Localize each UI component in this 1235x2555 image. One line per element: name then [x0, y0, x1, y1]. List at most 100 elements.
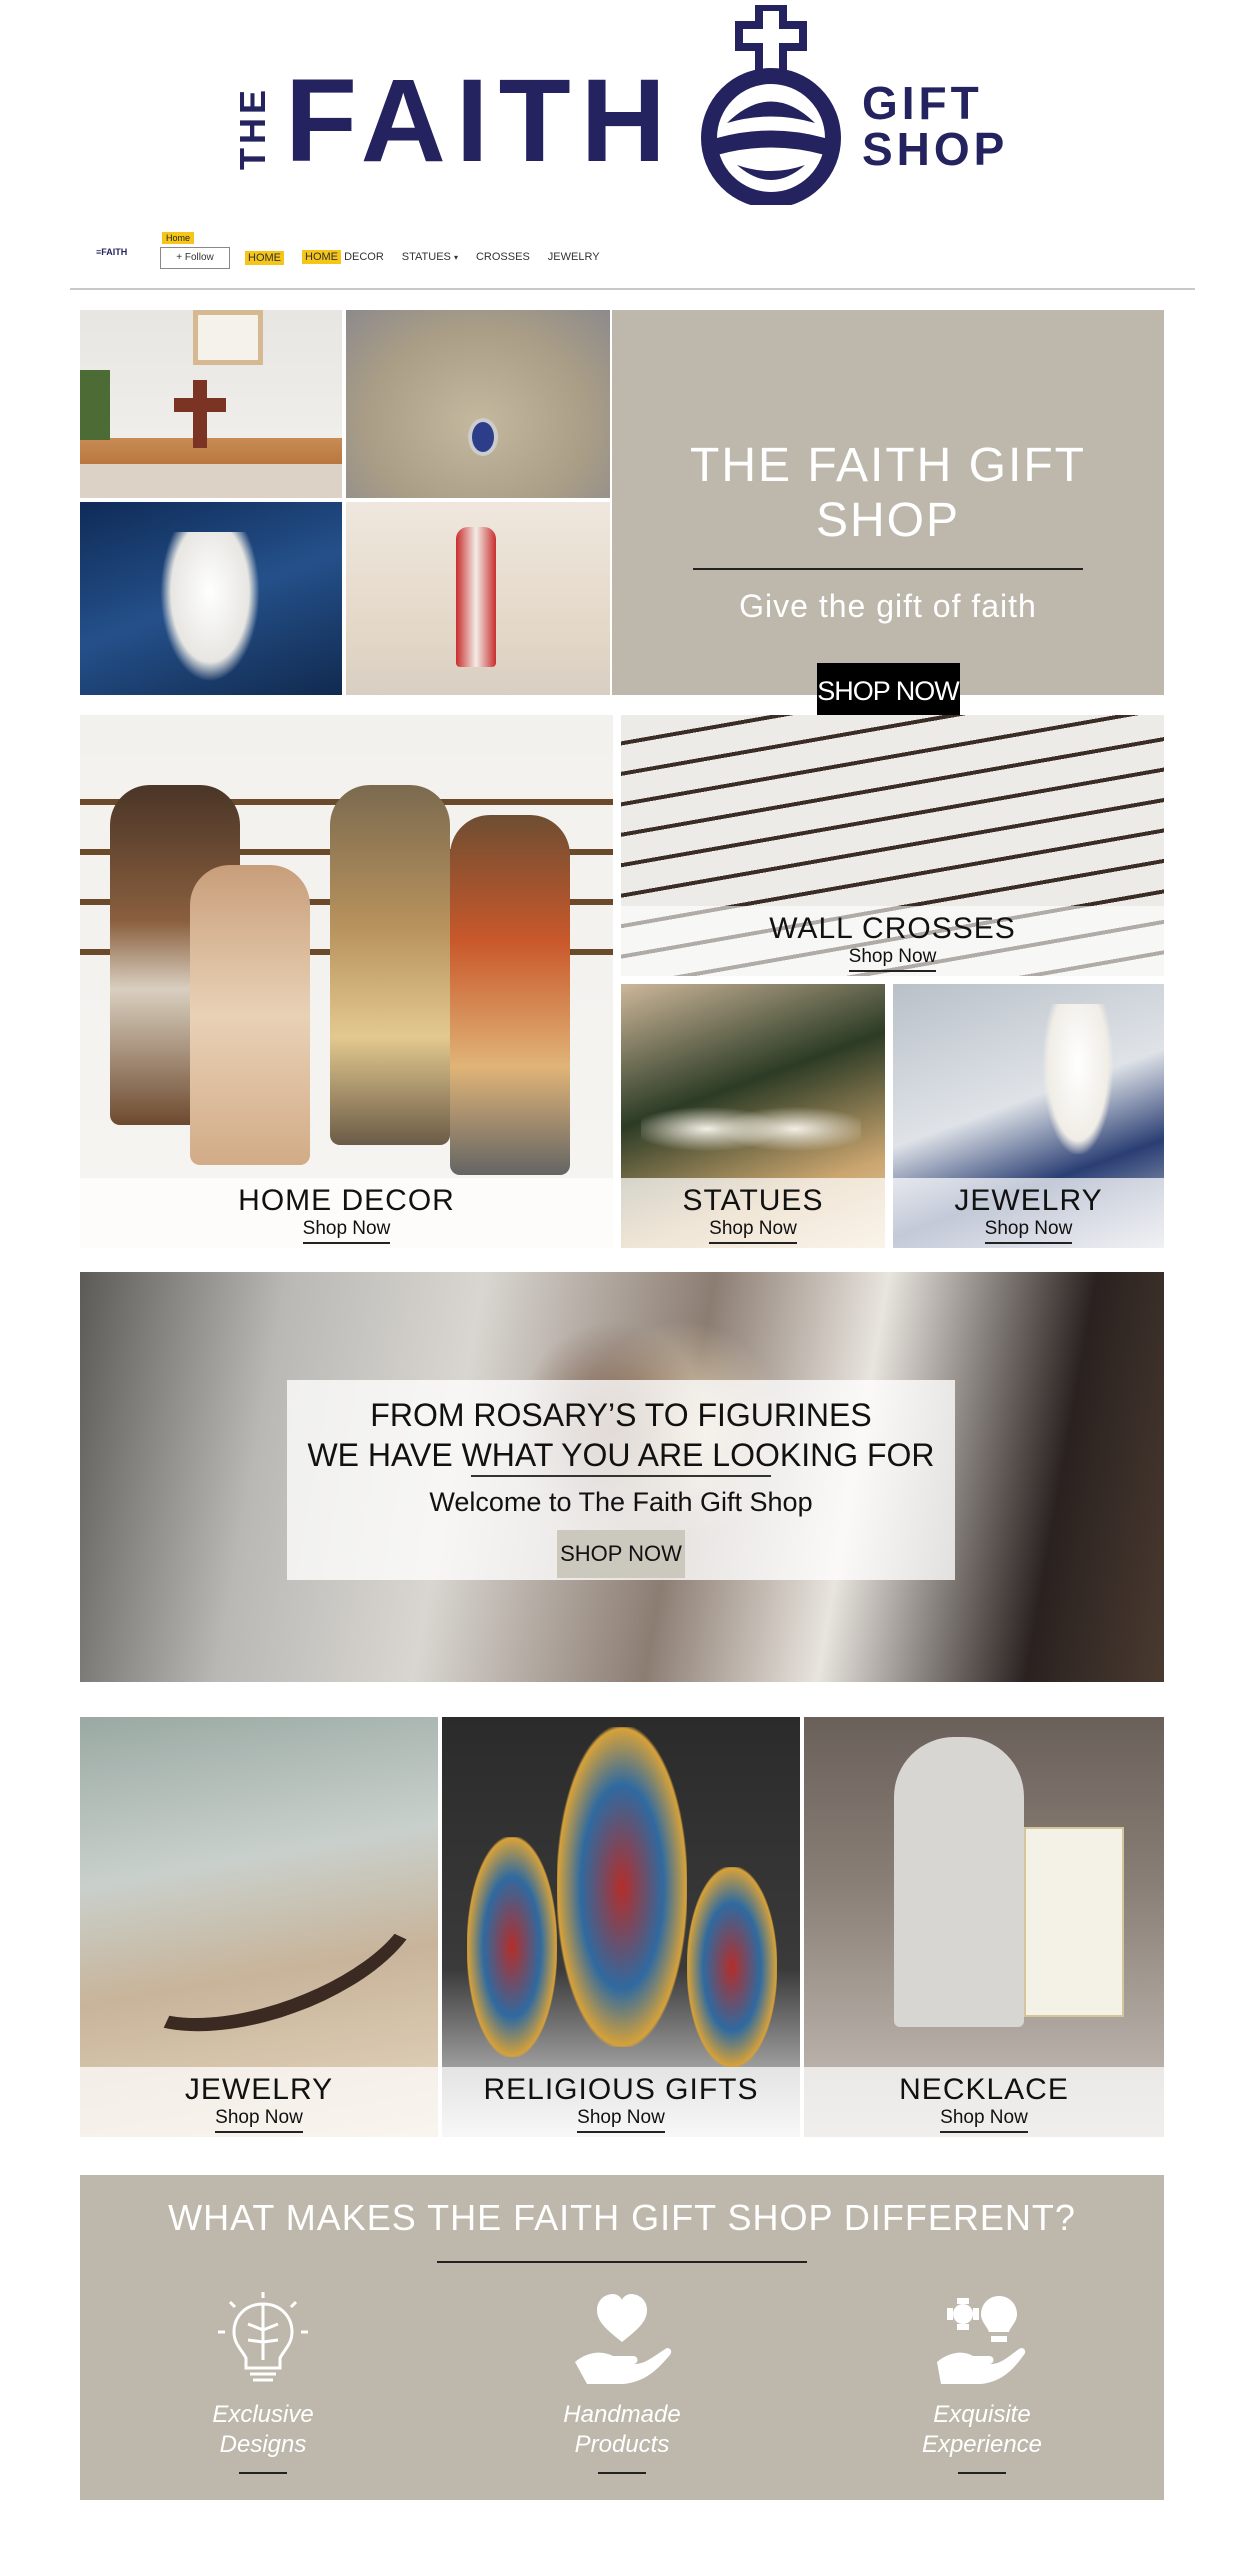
- shop-now-link[interactable]: Shop Now: [984, 1218, 1073, 1244]
- hero-image-necklace[interactable]: [346, 310, 610, 498]
- banner-line-1: FROM ROSARY’S TO FIGURINES: [370, 1397, 872, 1433]
- saint-figure-3: [330, 785, 450, 1145]
- hand-gear-bulb-icon: [937, 2296, 1026, 2384]
- shop-now-link[interactable]: Shop Now: [302, 1218, 391, 1244]
- feature-divider: [958, 2472, 1006, 2474]
- nativity-figures: [641, 1084, 861, 1174]
- caption-title: JEWELRY: [184, 2073, 334, 2106]
- guadalupe-statue-right: [687, 1867, 777, 2067]
- category-home-decor[interactable]: HOME DECOR Shop Now: [80, 715, 613, 1248]
- caption-title: STATUES: [682, 1184, 824, 1217]
- nav-link-jewelry[interactable]: JEWELRY: [548, 251, 600, 265]
- category-wall-crosses[interactable]: WALL CROSSES Shop Now: [621, 715, 1164, 976]
- caption-jewelry: JEWELRY Shop Now: [893, 1178, 1164, 1248]
- nav-link-home[interactable]: HOME: [245, 251, 284, 265]
- brand-logo[interactable]: THE FAITH GIFT SHOP: [0, 0, 1235, 215]
- mini-logo[interactable]: ≡FAITH: [96, 247, 127, 257]
- nav-link-home-decor-highlight: HOME: [302, 250, 341, 264]
- welcome-banner-box: FROM ROSARY’S TO FIGURINES WE HAVE WHAT …: [287, 1380, 955, 1580]
- feature-exquisite-experience: Exquisite Experience: [852, 2290, 1112, 2474]
- hero-title: THE FAITH GIFT SHOP: [690, 439, 1086, 547]
- banner-line-2: WE HAVE WHAT YOU ARE LOOKING FOR: [307, 1437, 935, 1473]
- gift-religious-gifts[interactable]: RELIGIOUS GIFTS Shop Now: [442, 1717, 800, 2137]
- cross-figure: [193, 380, 207, 448]
- communion-figure: [1043, 1004, 1113, 1154]
- feature-handmade-products: Handmade Products: [492, 2290, 752, 2474]
- feature-divider: [598, 2472, 646, 2474]
- caption-title: WALL CROSSES: [769, 912, 1016, 945]
- pendant: [468, 418, 498, 456]
- angel-figure: [160, 532, 260, 682]
- caption-gift-jewelry: JEWELRY Shop Now: [80, 2067, 438, 2137]
- nav-link-home-decor[interactable]: HOME DECOR: [302, 250, 384, 265]
- hero-image-angel-statue[interactable]: [80, 502, 342, 695]
- feature-label-line-1: Exclusive: [212, 2401, 314, 2428]
- plant-pot: [80, 370, 110, 440]
- hand-heart-icon: [575, 2294, 672, 2384]
- orb-cross-icon: [701, 5, 841, 205]
- feature-label-line-2: Experience: [921, 2431, 1043, 2458]
- nav-link-crosses[interactable]: CROSSES: [476, 251, 530, 265]
- saint-figure-2: [190, 865, 310, 1165]
- banner-shop-now-button[interactable]: SHOP NOW: [557, 1530, 685, 1578]
- guadalupe-statue-left: [467, 1837, 557, 2057]
- hero-subtitle: Give the gift of faith: [739, 588, 1037, 624]
- caption-wall-crosses: WALL CROSSES Shop Now: [621, 906, 1164, 976]
- cross-figure-bar: [174, 398, 226, 412]
- caption-home-decor: HOME DECOR Shop Now: [80, 1178, 613, 1248]
- shop-now-link[interactable]: Shop Now: [940, 2107, 1028, 2133]
- logo-shop: SHOP: [862, 123, 1009, 175]
- nav-link-statues-text: STATUES: [401, 251, 451, 263]
- home-tooltip-tag: Home: [162, 232, 195, 244]
- banner-divider: [471, 1475, 771, 1477]
- guadalupe-statue-large: [557, 1727, 687, 2047]
- nav-links: HOME HOME DECOR STATUES ▾ CROSSES JEWELR…: [245, 250, 600, 265]
- logo-gift-shop: GIFT SHOP: [862, 80, 1008, 172]
- feature-exclusive-designs: Exclusive Designs: [133, 2290, 393, 2474]
- logo-gift: GIFT: [862, 77, 983, 129]
- caption-necklace: NECKLACE Shop Now: [804, 2067, 1164, 2137]
- caption-title: HOME DECOR: [238, 1184, 455, 1217]
- shop-now-link[interactable]: Shop Now: [577, 2107, 665, 2133]
- gift-jewelry[interactable]: JEWELRY Shop Now: [80, 1717, 438, 2137]
- gift-necklace[interactable]: NECKLACE Shop Now: [804, 1717, 1164, 2137]
- hero-image-jesus-statue[interactable]: [346, 502, 610, 695]
- different-section: WHAT MAKES THE FAITH GIFT SHOP DIFFERENT…: [80, 2175, 1164, 2500]
- caption-title: NECKLACE: [899, 2073, 1069, 2106]
- feature-label-line-1: Exquisite: [933, 2401, 1031, 2428]
- different-divider: [437, 2261, 807, 2263]
- follow-button[interactable]: + Follow: [160, 247, 230, 269]
- jesus-figure: [456, 527, 496, 667]
- caption-title: JEWELRY: [954, 1184, 1103, 1217]
- hero-divider: [693, 568, 1083, 570]
- chevron-down-icon: ▾: [453, 253, 458, 262]
- logo-faith: FAITH: [285, 55, 676, 187]
- feature-label-line-2: Products: [574, 2431, 670, 2458]
- category-statues[interactable]: STATUES Shop Now: [621, 984, 885, 1248]
- lightbulb-brain-icon: [218, 2292, 308, 2382]
- shop-now-link[interactable]: Shop Now: [709, 1218, 797, 1244]
- hero-panel: THE FAITH GIFT SHOP Give the gift of fai…: [612, 310, 1164, 719]
- caption-statues: STATUES Shop Now: [621, 1178, 885, 1248]
- feature-label-line-1: Handmade: [563, 2401, 681, 2428]
- card: [1024, 1827, 1124, 2017]
- banner-welcome-text: Welcome to The Faith Gift Shop: [429, 1487, 813, 1517]
- picture-frame: [193, 310, 263, 365]
- hero-shop-now-button[interactable]: SHOP NOW: [816, 663, 960, 719]
- saint-figure-4: [450, 815, 570, 1175]
- logo-the: THE: [232, 86, 273, 170]
- shop-now-link[interactable]: Shop Now: [215, 2107, 303, 2133]
- shop-now-link[interactable]: Shop Now: [848, 946, 937, 972]
- caption-religious-gifts: RELIGIOUS GIFTS Shop Now: [442, 2067, 800, 2137]
- hero-image-cross-shelf[interactable]: [80, 310, 342, 498]
- feature-label-line-2: Designs: [219, 2431, 307, 2458]
- feature-divider: [239, 2472, 287, 2474]
- top-navigation: ≡FAITH Home + Follow HOME HOME DECOR STA…: [70, 225, 1195, 290]
- plaque: [894, 1737, 1024, 2027]
- caption-title: RELIGIOUS GIFTS: [483, 2073, 759, 2106]
- different-title: WHAT MAKES THE FAITH GIFT SHOP DIFFERENT…: [168, 2197, 1076, 2238]
- nav-link-statues[interactable]: STATUES ▾: [402, 251, 458, 265]
- bracelet: [93, 1816, 438, 2068]
- nav-link-decor-text: DECOR: [344, 251, 384, 263]
- category-jewelry[interactable]: JEWELRY Shop Now: [893, 984, 1164, 1248]
